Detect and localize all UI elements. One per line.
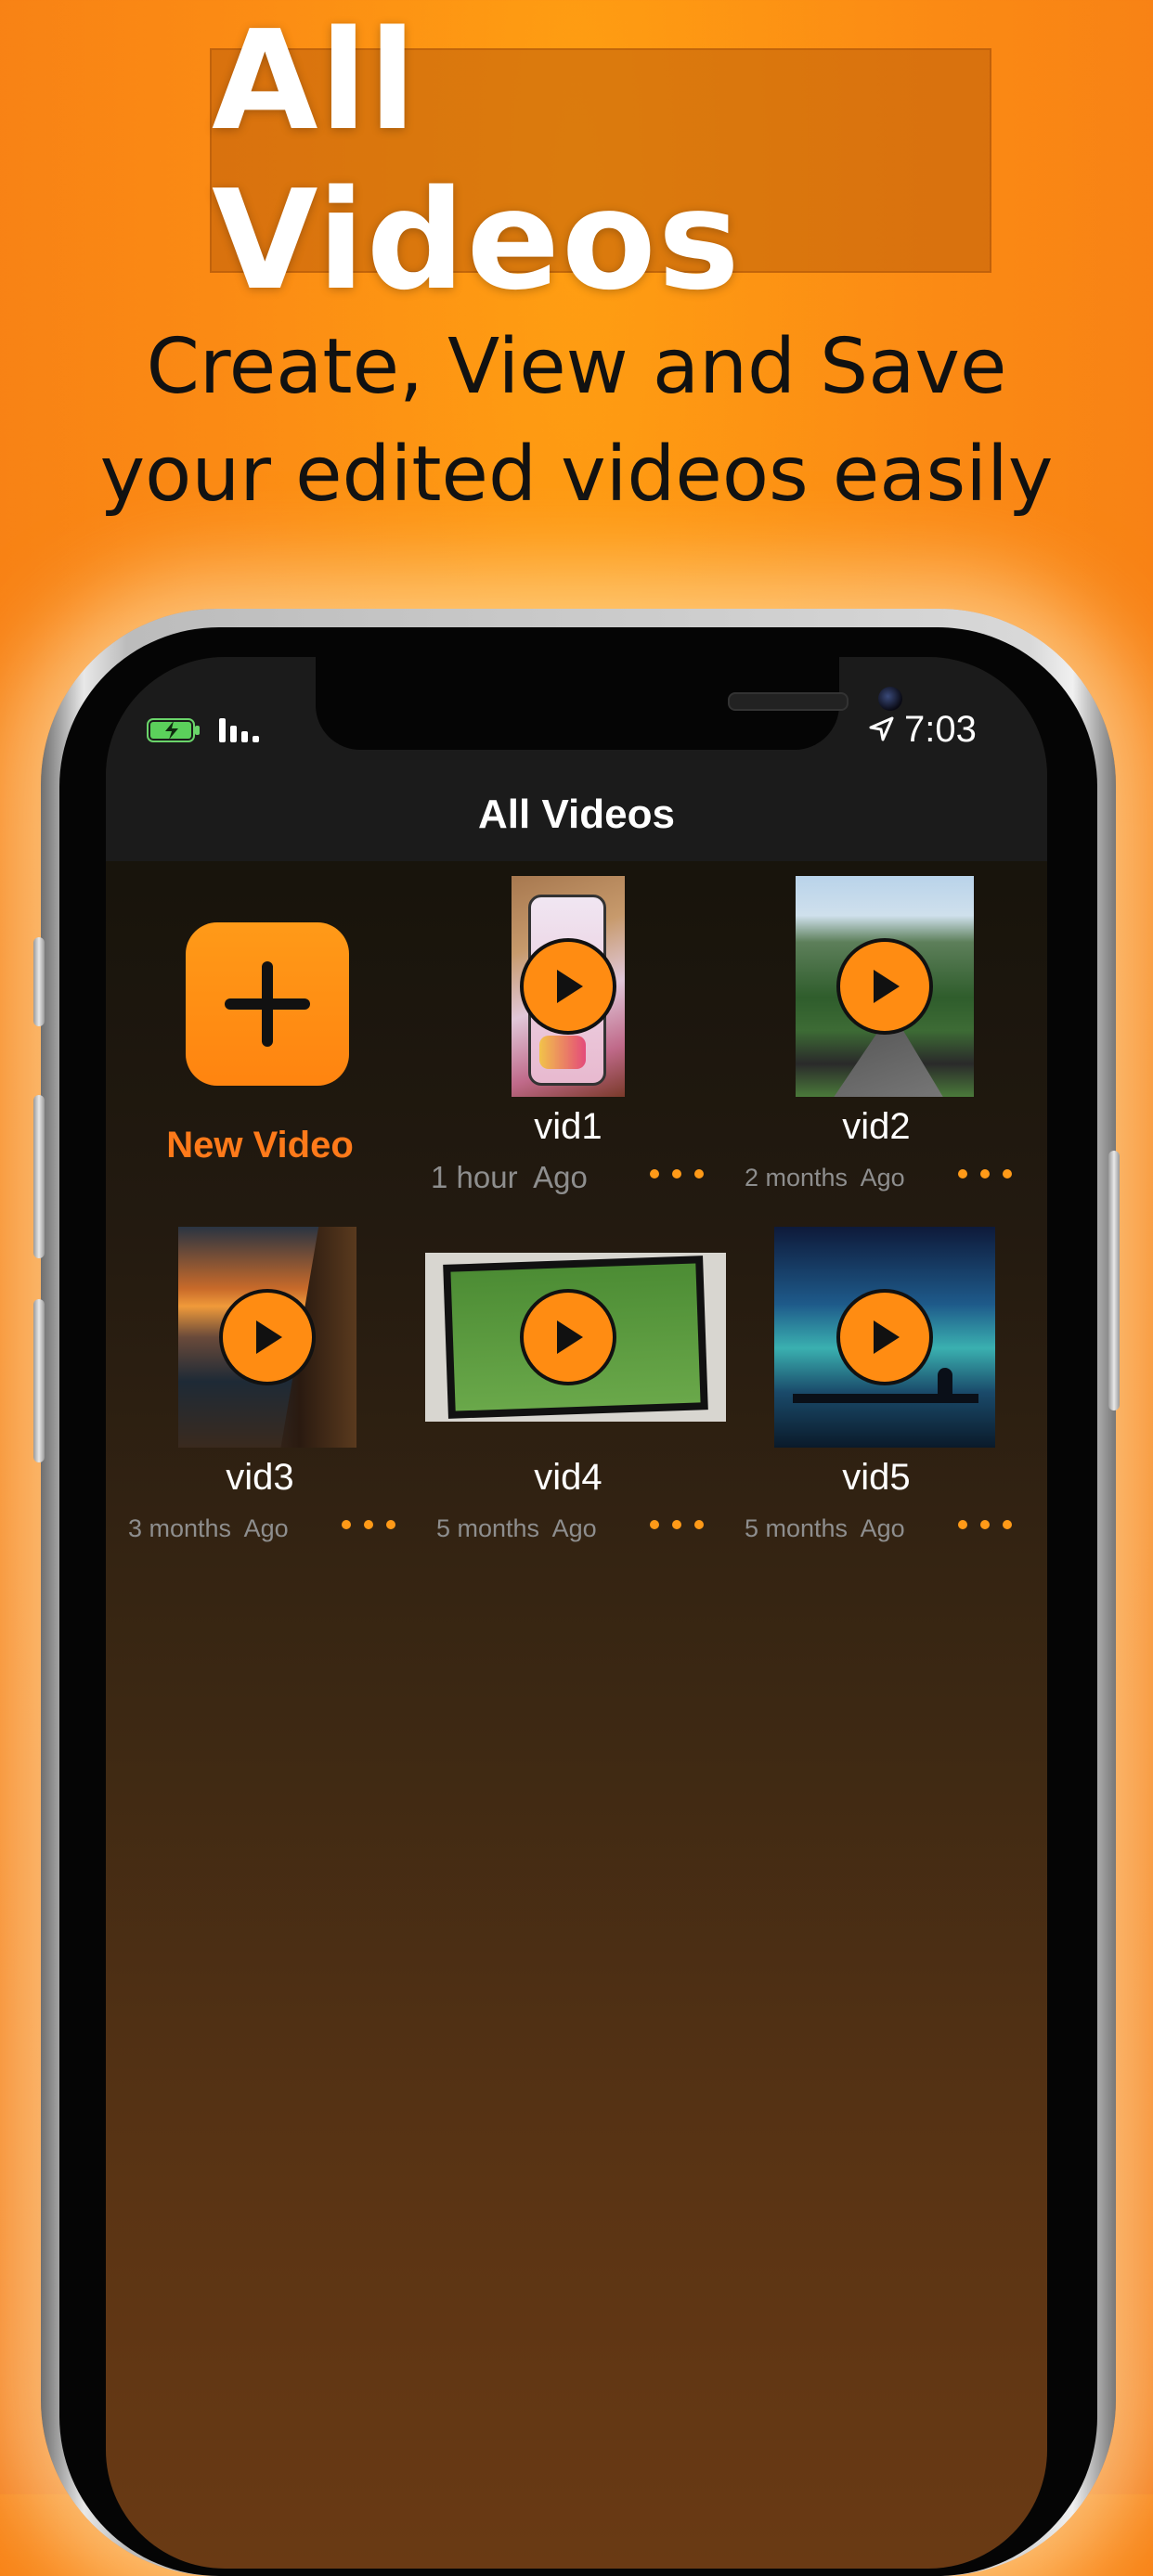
new-video-button[interactable] bbox=[186, 922, 349, 1086]
more-dot-icon bbox=[650, 1520, 659, 1529]
play-icon bbox=[557, 970, 583, 1003]
video-time-vid1: 1 hour Ago bbox=[431, 1160, 588, 1194]
more-options-button-vid5[interactable] bbox=[958, 1516, 1012, 1533]
play-button-vid3[interactable] bbox=[219, 1289, 316, 1385]
more-dot-icon bbox=[1003, 1169, 1012, 1179]
video-name-vid3: vid3 bbox=[226, 1457, 294, 1498]
front-camera bbox=[878, 687, 902, 711]
promo-subtitle: Create, View and Save your edited videos… bbox=[0, 314, 1153, 529]
more-options-button-vid4[interactable] bbox=[650, 1516, 704, 1533]
video-name-vid2: vid2 bbox=[842, 1106, 911, 1147]
video-time-vid2: 2 months Ago bbox=[745, 1164, 905, 1191]
more-dot-icon bbox=[694, 1169, 704, 1179]
play-button-vid5[interactable] bbox=[836, 1289, 933, 1385]
more-options-button-vid2[interactable] bbox=[958, 1166, 1012, 1182]
video-card-vid5[interactable]: vid5 5 months Ago bbox=[722, 1227, 1030, 1561]
more-dot-icon bbox=[958, 1520, 967, 1529]
plus-icon bbox=[225, 961, 310, 1047]
new-video-cell[interactable]: New Video bbox=[106, 869, 414, 1203]
play-button-vid1[interactable] bbox=[520, 938, 616, 1035]
video-time-vid4: 5 months Ago bbox=[436, 1514, 597, 1542]
promo-title: All Videos bbox=[212, 1, 742, 320]
power-button bbox=[1108, 1151, 1120, 1410]
more-dot-icon bbox=[342, 1520, 351, 1529]
signal-icon bbox=[219, 718, 259, 742]
nav-title: All Videos bbox=[478, 792, 675, 837]
video-card-vid1[interactable]: vid1 1 hour Ago bbox=[414, 876, 722, 1210]
video-card-vid2[interactable]: vid2 2 months Ago bbox=[722, 876, 1030, 1210]
play-icon bbox=[874, 1320, 900, 1354]
more-options-button-vid1[interactable] bbox=[650, 1166, 704, 1182]
promo-title-box: All Videos bbox=[210, 1, 991, 320]
promo-subtitle-line-1: Create, View and Save bbox=[146, 323, 1007, 411]
video-time-vid3: 3 months Ago bbox=[128, 1514, 289, 1542]
location-arrow-icon bbox=[869, 716, 894, 741]
video-name-vid1: vid1 bbox=[534, 1106, 602, 1147]
play-icon bbox=[256, 1320, 282, 1354]
more-dot-icon bbox=[650, 1169, 659, 1179]
battery-charging-icon bbox=[147, 718, 200, 742]
volume-up-button bbox=[33, 1095, 45, 1258]
more-options-button-vid3[interactable] bbox=[342, 1516, 395, 1533]
play-icon bbox=[557, 1320, 583, 1354]
video-card-vid3[interactable]: vid3 3 months Ago bbox=[106, 1227, 414, 1561]
more-dot-icon bbox=[694, 1520, 704, 1529]
more-dot-icon bbox=[980, 1520, 990, 1529]
play-button-vid2[interactable] bbox=[836, 938, 933, 1035]
mute-switch bbox=[33, 937, 45, 1026]
play-button-vid4[interactable] bbox=[520, 1289, 616, 1385]
more-dot-icon bbox=[980, 1169, 990, 1179]
video-time-vid5: 5 months Ago bbox=[745, 1514, 905, 1542]
status-time: 7:03 bbox=[904, 709, 977, 750]
video-name-vid5: vid5 bbox=[842, 1457, 911, 1498]
speaker-grille bbox=[728, 692, 849, 711]
promo-subtitle-line-2: your edited videos easily bbox=[99, 431, 1054, 519]
play-icon bbox=[874, 970, 900, 1003]
thumbnail-road-shape bbox=[833, 1024, 944, 1097]
more-dot-icon bbox=[672, 1520, 681, 1529]
more-dot-icon bbox=[672, 1169, 681, 1179]
new-video-label: New Video bbox=[166, 1125, 354, 1166]
more-dot-icon bbox=[1003, 1520, 1012, 1529]
nav-bar: All Videos bbox=[106, 768, 1047, 861]
video-card-vid4[interactable]: vid4 5 months Ago bbox=[414, 1227, 726, 1561]
more-dot-icon bbox=[364, 1520, 373, 1529]
more-dot-icon bbox=[386, 1520, 395, 1529]
thumbnail-silhouette-figure bbox=[938, 1368, 952, 1396]
phone-screen: 7:03 All Videos New Video vid1 1 hour Ag… bbox=[106, 657, 1047, 2569]
more-dot-icon bbox=[958, 1169, 967, 1179]
video-name-vid4: vid4 bbox=[534, 1457, 602, 1498]
volume-down-button bbox=[33, 1299, 45, 1462]
thumbnail-headphones-shape bbox=[539, 1036, 586, 1069]
notch bbox=[316, 657, 902, 750]
